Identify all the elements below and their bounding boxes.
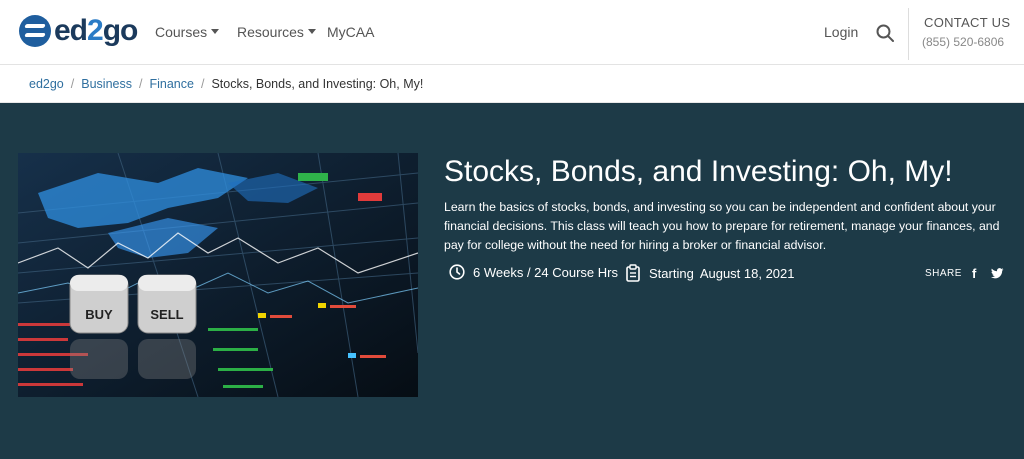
phone-number[interactable]: (855) 520-6806 (922, 35, 1004, 49)
breadcrumb: ed2go / Business / Finance / Stocks, Bon… (0, 65, 1024, 103)
course-start: Starting August 18, 2021 (625, 264, 795, 282)
breadcrumb-item-business[interactable]: Business (81, 77, 132, 91)
site-header: ed2go Courses Resources MyCAA Login CONT… (0, 0, 1024, 65)
nav-mycaa-label: MyCAA (327, 24, 375, 40)
header-divider (908, 8, 909, 60)
nav-resources[interactable]: Resources (237, 24, 316, 40)
clipboard-icon (626, 264, 640, 282)
facebook-icon[interactable]: f (972, 266, 977, 281)
caret-down-icon (307, 28, 316, 34)
logo-icon (19, 15, 51, 47)
duration-text: 6 Weeks / 24 Course Hrs (473, 264, 618, 280)
buy-die-label: BUY (85, 307, 113, 322)
sell-die-label: SELL (150, 307, 183, 322)
starting-label: Starting (649, 265, 694, 281)
course-description: Learn the basics of stocks, bonds, and i… (444, 200, 1000, 252)
nav-courses-label: Courses (155, 24, 208, 40)
contact-us-link[interactable]: CONTACT US (924, 15, 1010, 30)
course-image: BUY SELL (18, 153, 418, 397)
breadcrumb-trail: ed2go / Business / Finance / Stocks, Bon… (29, 77, 423, 91)
nav-courses[interactable]: Courses (155, 24, 220, 40)
breadcrumb-item-finance[interactable]: Finance (149, 77, 193, 91)
course-duration: 6 Weeks / 24 Course Hrs (449, 264, 618, 280)
nav-resources-label: Resources (237, 24, 304, 40)
stock-chart-illustration: BUY SELL (18, 153, 418, 397)
course-title: Stocks, Bonds, and Investing: Oh, My! (444, 155, 953, 188)
twitter-icon[interactable] (990, 268, 1004, 279)
sell-die: SELL (137, 274, 197, 379)
caret-down-icon (211, 28, 220, 34)
breadcrumb-separator: / (138, 77, 143, 91)
breadcrumb-separator: / (200, 77, 205, 91)
breadcrumb-current: Stocks, Bonds, and Investing: Oh, My! (211, 77, 424, 91)
share-label: SHARE (925, 268, 962, 279)
breadcrumb-separator: / (70, 77, 75, 91)
logo-text: ed2go (54, 14, 138, 47)
nav-mycaa[interactable]: MyCAA (327, 24, 374, 40)
share-bar: SHARE f (925, 266, 1004, 281)
breadcrumb-item-ed2go[interactable]: ed2go (29, 77, 64, 91)
clock-icon (449, 264, 465, 280)
buy-die: BUY (69, 274, 129, 379)
search-icon[interactable] (876, 24, 894, 42)
start-date: August 18, 2021 (699, 265, 795, 281)
course-hero: BUY SELL Stocks, Bonds, and Investing: O… (0, 103, 1024, 459)
login-link[interactable]: Login (824, 24, 858, 40)
ed2go-logo[interactable]: ed2go (19, 14, 138, 47)
